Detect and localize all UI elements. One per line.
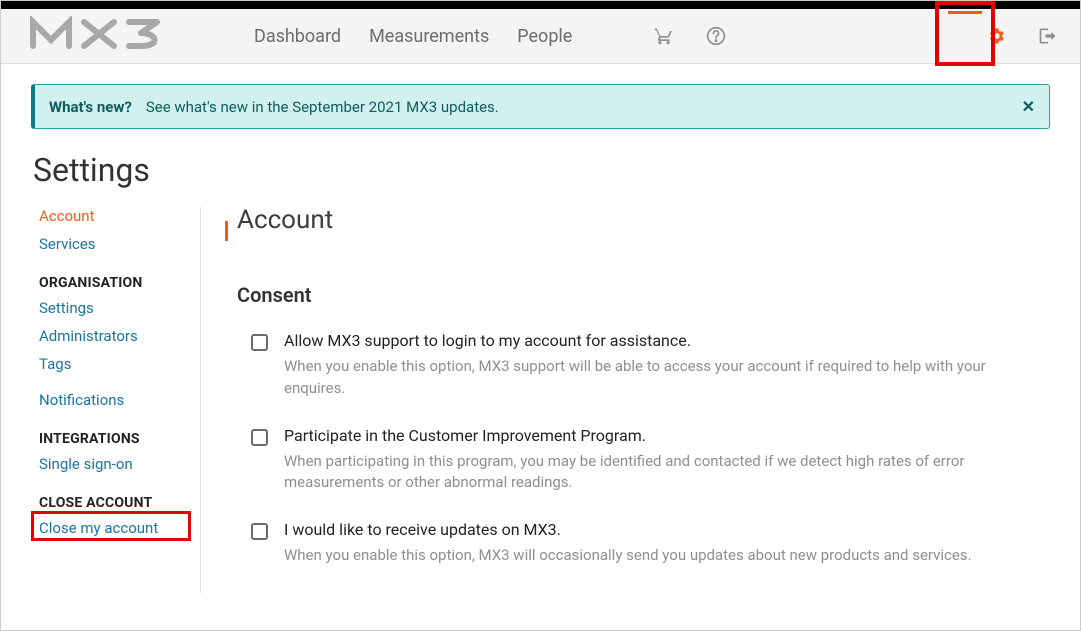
sidebar-item-services[interactable]: Services (39, 235, 200, 253)
main-heading: Account (237, 205, 1040, 235)
alert-title: What's new? (49, 98, 132, 116)
nav-links: Dashboard Measurements People (254, 26, 572, 47)
checkbox-support-login[interactable] (251, 334, 268, 351)
option-label: I would like to receive updates on MX3. (284, 520, 1040, 539)
consent-option-improvement-program: Participate in the Customer Improvement … (237, 426, 1040, 495)
checkbox-updates[interactable] (251, 523, 268, 540)
option-label: Participate in the Customer Improvement … (284, 426, 1040, 445)
option-description: When participating in this program, you … (284, 451, 1040, 495)
gear-active-underline (948, 11, 982, 14)
sidebar-heading-organisation: ORGANISATION (39, 275, 200, 291)
section-heading-consent: Consent (237, 283, 1040, 307)
top-black-bar (1, 1, 1080, 9)
nav-dashboard[interactable]: Dashboard (254, 26, 341, 47)
close-icon[interactable]: ✕ (1022, 97, 1035, 116)
main-panel: Account Consent Allow MX3 support to log… (201, 207, 1080, 593)
content-area: Account Services ORGANISATION Settings A… (1, 207, 1080, 593)
whats-new-alert: What's new? See what's new in the Septem… (31, 84, 1050, 129)
nav-measurements[interactable]: Measurements (369, 26, 489, 47)
option-description: When you enable this option, MX3 will oc… (284, 545, 1040, 567)
sidebar-heading-close-account: CLOSE ACCOUNT (39, 495, 200, 511)
nav-people[interactable]: People (517, 26, 572, 47)
alert-message: See what's new in the September 2021 MX3… (146, 98, 499, 116)
sidebar-item-settings[interactable]: Settings (39, 299, 200, 317)
header-icons (622, 24, 1060, 48)
option-description: When you enable this option, MX3 support… (284, 356, 1040, 400)
consent-option-support-login: Allow MX3 support to login to my account… (237, 331, 1040, 400)
checkbox-improvement-program[interactable] (251, 429, 268, 446)
header-bar: Dashboard Measurements People (1, 9, 1080, 64)
consent-option-updates: I would like to receive updates on MX3. … (237, 520, 1040, 567)
logout-icon[interactable] (1036, 24, 1060, 48)
settings-sidebar: Account Services ORGANISATION Settings A… (1, 207, 201, 593)
sidebar-item-administrators[interactable]: Administrators (39, 327, 200, 345)
gear-icon[interactable] (984, 24, 1008, 48)
sidebar-item-sso[interactable]: Single sign-on (39, 455, 200, 473)
sidebar-heading-integrations: INTEGRATIONS (39, 431, 200, 447)
active-tab-marker (225, 221, 228, 241)
sidebar-item-account[interactable]: Account (39, 207, 200, 225)
sidebar-item-tags[interactable]: Tags (39, 355, 200, 373)
option-label: Allow MX3 support to login to my account… (284, 331, 1040, 350)
sidebar-item-close-account[interactable]: Close my account (39, 519, 200, 537)
cart-icon[interactable] (652, 24, 676, 48)
brand-logo (29, 16, 199, 56)
sidebar-item-notifications[interactable]: Notifications (39, 391, 200, 409)
page-title: Settings (33, 151, 1080, 189)
help-icon[interactable] (704, 24, 728, 48)
